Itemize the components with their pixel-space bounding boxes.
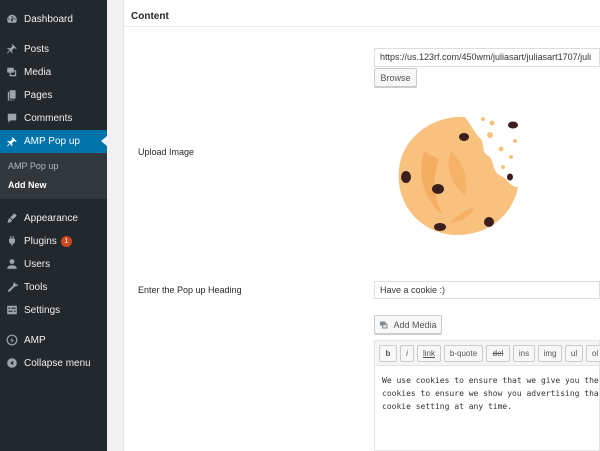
- sidebar-item-plugins[interactable]: Plugins 1: [0, 230, 107, 252]
- quicktag-bold[interactable]: b: [379, 345, 397, 362]
- dashboard-icon: [5, 12, 19, 26]
- sidebar-item-amp-pop-up[interactable]: AMP Pop up: [0, 130, 107, 153]
- collapse-menu-button[interactable]: Collapse menu: [0, 352, 107, 374]
- quicktag-ins[interactable]: ins: [513, 345, 535, 362]
- panel-header: Content: [124, 3, 600, 27]
- sidebar-item-label: Posts: [24, 43, 50, 55]
- sidebar-item-users[interactable]: Users: [0, 253, 107, 275]
- quicktag-ol[interactable]: ol: [586, 345, 600, 362]
- popup-text-editor[interactable]: We use cookies to ensure that we give yo…: [374, 365, 600, 451]
- sidebar-item-pages[interactable]: Pages: [0, 84, 107, 106]
- update-count-badge: 1: [60, 235, 72, 247]
- add-media-label: Add Media: [393, 319, 437, 330]
- wrench-icon: [5, 280, 19, 294]
- brush-icon: [5, 211, 19, 225]
- sidebar-item-label: AMP Pop up: [24, 136, 80, 147]
- image-url-field[interactable]: https://us.123rf.com/450wm/juliasart/jul…: [374, 48, 600, 67]
- pin-icon: [5, 42, 19, 56]
- user-icon: [5, 257, 19, 271]
- sidebar-item-label: Media: [24, 66, 52, 78]
- add-media-button[interactable]: Add Media: [374, 315, 442, 334]
- quicktag-del[interactable]: del: [486, 345, 510, 362]
- sidebar-item-appearance[interactable]: Appearance: [0, 207, 107, 229]
- sidebar-item-comments[interactable]: Comments: [0, 107, 107, 129]
- sidebar-item-label: Dashboard: [24, 13, 73, 25]
- upload-image-label: Upload Image: [138, 147, 195, 157]
- comment-icon: [5, 111, 19, 125]
- sidebar-item-settings[interactable]: Settings: [0, 299, 107, 321]
- sidebar-item-label: Tools: [24, 281, 48, 293]
- plugin-icon: [5, 234, 19, 248]
- sidebar-item-label: AMP: [24, 334, 46, 346]
- editor-toolbar: b i link b-quote del ins img ul ol: [374, 340, 600, 365]
- quicktag-blockquote[interactable]: b-quote: [444, 345, 483, 362]
- collapse-icon: [5, 356, 19, 370]
- sidebar-item-label: Users: [24, 258, 51, 270]
- heading-input[interactable]: Have a cookie :): [374, 281, 600, 299]
- submenu-item-add-new[interactable]: Add New: [8, 180, 47, 190]
- sidebar-item-label: Appearance: [24, 212, 78, 224]
- browse-button[interactable]: Browse: [374, 68, 417, 87]
- sidebar-item-amp[interactable]: AMP: [0, 329, 107, 351]
- media-icon: [5, 65, 19, 79]
- submenu-item-amp-pop-up[interactable]: AMP Pop up: [8, 161, 58, 171]
- sidebar-item-label: Pages: [24, 89, 53, 101]
- sidebar-item-label: Comments: [24, 112, 73, 124]
- quicktag-img[interactable]: img: [538, 345, 562, 362]
- pin-icon: [5, 135, 19, 149]
- cookie-image: [398, 116, 518, 235]
- quicktag-ul[interactable]: ul: [565, 345, 583, 362]
- heading-label: Enter the Pop up Heading: [138, 285, 242, 295]
- amp-icon: [5, 333, 19, 347]
- sidebar-item-posts[interactable]: Posts: [0, 38, 107, 60]
- quicktag-italic[interactable]: i: [400, 345, 414, 362]
- sidebar-item-label: Plugins: [24, 235, 57, 247]
- quicktag-link[interactable]: link: [417, 345, 441, 362]
- sidebar-item-label: Settings: [24, 304, 61, 316]
- admin-sidebar: Dashboard Posts Media Pages Comments AMP…: [0, 0, 107, 451]
- settings-icon: [5, 303, 19, 317]
- sidebar-item-media[interactable]: Media: [0, 61, 107, 83]
- sidebar-submenu: AMP Pop up Add New: [0, 153, 107, 199]
- panel-title: Content: [131, 11, 169, 22]
- page-icon: [5, 88, 19, 102]
- media-icon: [380, 321, 388, 328]
- sidebar-item-label: Collapse menu: [24, 357, 91, 369]
- sidebar-item-dashboard[interactable]: Dashboard: [0, 8, 107, 30]
- sidebar-item-tools[interactable]: Tools: [0, 276, 107, 298]
